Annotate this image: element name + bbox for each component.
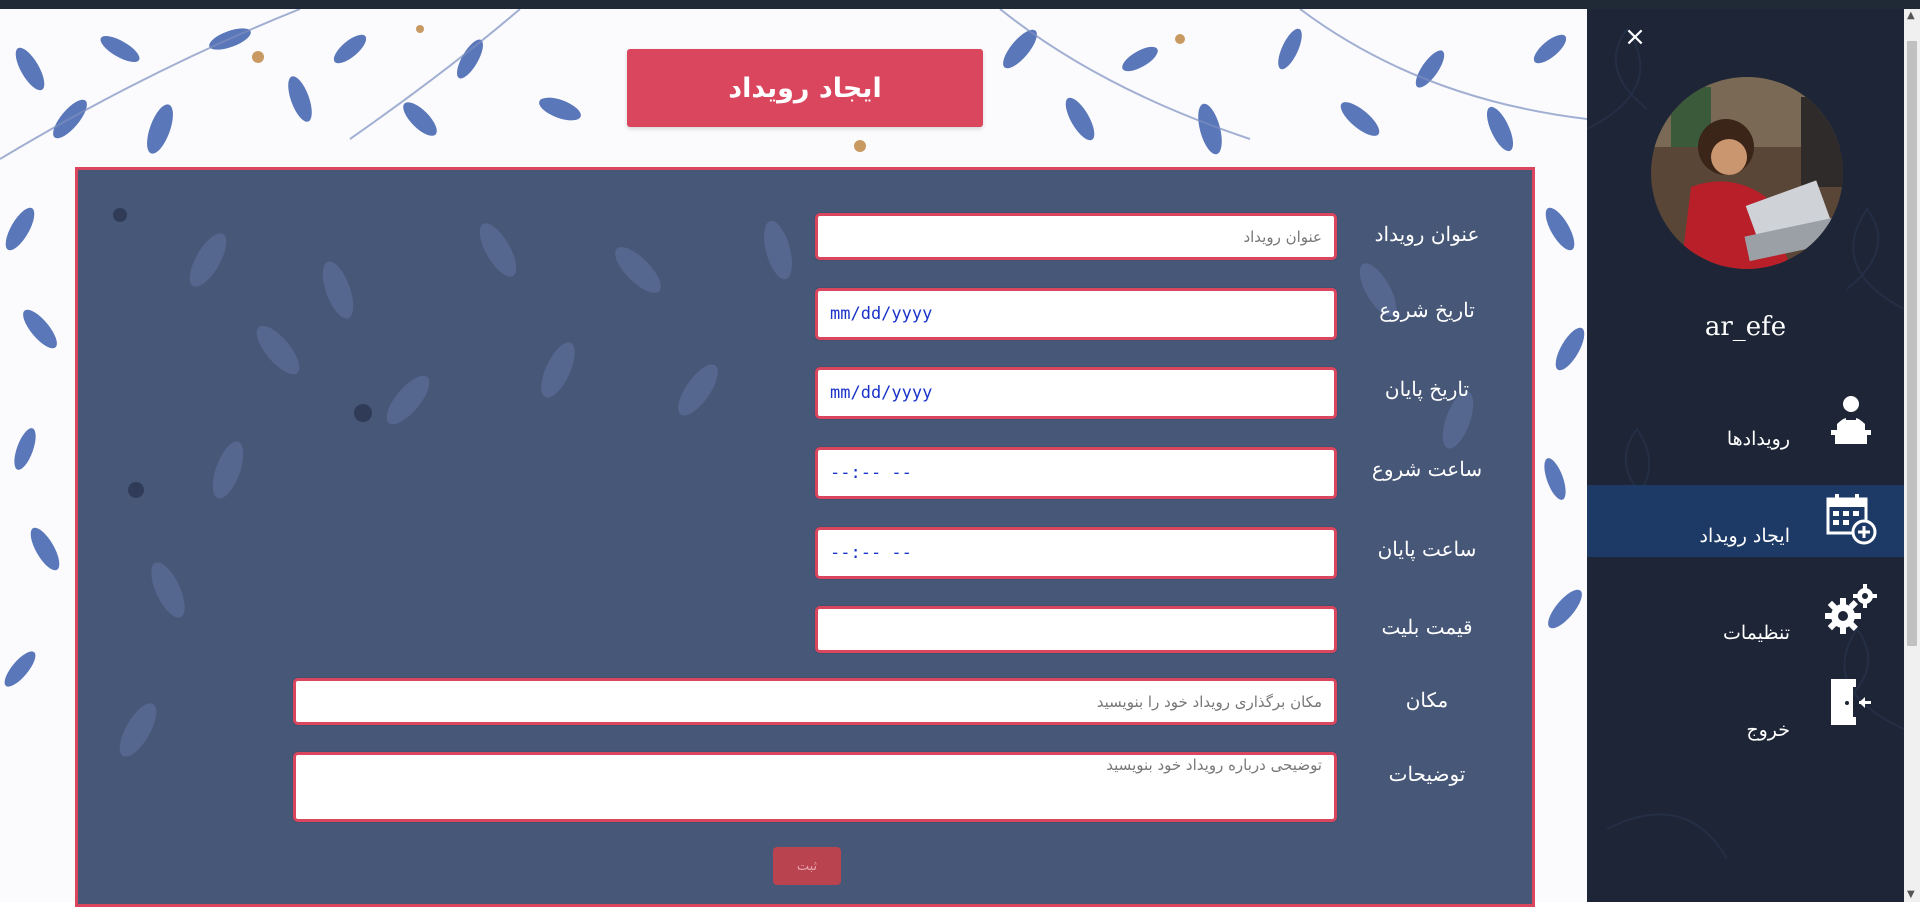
start-date-input[interactable]	[815, 288, 1337, 340]
calendar-add-icon	[1826, 494, 1877, 545]
close-icon[interactable]: ×	[1623, 24, 1647, 50]
label-end-time: ساعت پایان	[1377, 537, 1477, 561]
label-location: مکان	[1405, 688, 1449, 712]
sidebar-item-label: خروج	[1746, 719, 1790, 741]
avatar	[1651, 77, 1843, 269]
sidebar-item-label: ایجاد رویداد	[1699, 525, 1790, 547]
username: ar_efe	[1704, 312, 1787, 342]
end-time-input[interactable]	[815, 527, 1337, 579]
sidebar-item-settings[interactable]: تنظیمات	[1587, 580, 1904, 652]
sidebar-item-label: رویدادها	[1726, 428, 1790, 450]
browser-top-strip	[0, 0, 1920, 9]
end-date-input[interactable]	[815, 367, 1337, 419]
create-event-form: عنوان رویداد تاریخ شروع تاریخ پایان ساعت…	[75, 167, 1535, 907]
sidebar-item-events[interactable]: رویدادها	[1587, 386, 1904, 458]
sidebar-item-label: تنظیمات	[1722, 622, 1790, 644]
description-textarea[interactable]	[293, 752, 1337, 822]
gears-icon	[1825, 584, 1877, 634]
sidebar-item-create-event[interactable]: ایجاد رویداد	[1587, 485, 1904, 557]
ticket-price-input[interactable]	[815, 606, 1337, 653]
scroll-up-arrow-icon[interactable]: ▲	[1907, 10, 1915, 21]
exit-door-icon	[1831, 679, 1871, 725]
label-description: توضیحات	[1388, 762, 1466, 786]
submit-button[interactable]: ثبت	[773, 847, 841, 885]
location-input[interactable]	[293, 678, 1337, 725]
label-ticket-price: قیمت بلیت	[1381, 615, 1473, 639]
page-title: ایجاد رویداد	[627, 49, 983, 127]
scrollbar-thumb[interactable]	[1907, 41, 1917, 646]
presenter-icon	[1831, 396, 1871, 444]
vertical-scrollbar[interactable]: ▲ ▼	[1904, 9, 1920, 902]
label-start-date: تاریخ شروع	[1379, 298, 1475, 322]
sidebar: × ar_efe رویدادها ایجاد رویداد تنظیمات خ…	[1587, 9, 1904, 902]
event-title-input[interactable]	[815, 213, 1337, 260]
label-start-time: ساعت شروع	[1371, 457, 1483, 481]
label-event-title: عنوان رویداد	[1374, 222, 1480, 246]
start-time-input[interactable]	[815, 447, 1337, 499]
label-end-date: تاریخ پایان	[1384, 377, 1470, 401]
sidebar-item-exit[interactable]: خروج	[1587, 673, 1904, 745]
scroll-down-arrow-icon[interactable]: ▼	[1907, 889, 1915, 900]
